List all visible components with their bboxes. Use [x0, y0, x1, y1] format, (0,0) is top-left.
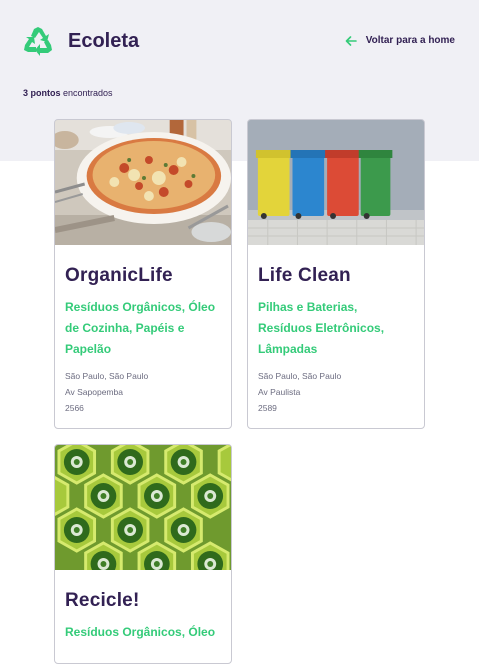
- results-grid: OrganicLife Resíduos Orgânicos, Óleo de …: [54, 119, 426, 664]
- back-link-label: Voltar para a home: [365, 35, 455, 46]
- back-to-home-link[interactable]: Voltar para a home: [345, 35, 455, 46]
- glass-bottles-photo: [55, 445, 231, 570]
- results-count: 3 pontos encontrados: [23, 88, 113, 98]
- recycling-bins-photo: [248, 120, 424, 245]
- point-card[interactable]: Life Clean Pilhas e Baterias, Resíduos E…: [247, 119, 425, 429]
- point-card[interactable]: OrganicLife Resíduos Orgânicos, Óleo de …: [54, 119, 232, 429]
- point-card[interactable]: Recicle! Resíduos Orgânicos, Óleo: [54, 444, 232, 664]
- card-title: Life Clean: [258, 265, 351, 286]
- recycle-icon: [24, 27, 52, 56]
- logo-text: Ecoleta: [68, 29, 140, 52]
- pizza-photo: [55, 120, 231, 245]
- header: Ecoleta Voltar para a home: [0, 0, 479, 84]
- results-count-number: 3 pontos: [23, 88, 61, 98]
- card-street: Av Sapopemba: [65, 387, 123, 397]
- card-number: 2566: [65, 403, 84, 413]
- card-items: Pilhas e Baterias, Resíduos Eletrônicos,…: [258, 300, 385, 356]
- card-city: São Paulo, São Paulo: [65, 371, 149, 381]
- card-items: Resíduos Orgânicos, Óleo: [65, 625, 216, 639]
- card-number: 2589: [258, 403, 277, 413]
- card-city: São Paulo, São Paulo: [258, 371, 342, 381]
- card-items: Resíduos Orgânicos, Óleo de Cozinha, Pap…: [65, 300, 216, 356]
- arrow-left-icon: [345, 35, 357, 46]
- card-title: OrganicLife: [65, 265, 173, 286]
- card-street: Av Paulista: [258, 387, 301, 397]
- card-title: Recicle!: [65, 590, 140, 611]
- logo[interactable]: Ecoleta: [22, 26, 139, 56]
- results-count-text: encontrados: [60, 88, 113, 98]
